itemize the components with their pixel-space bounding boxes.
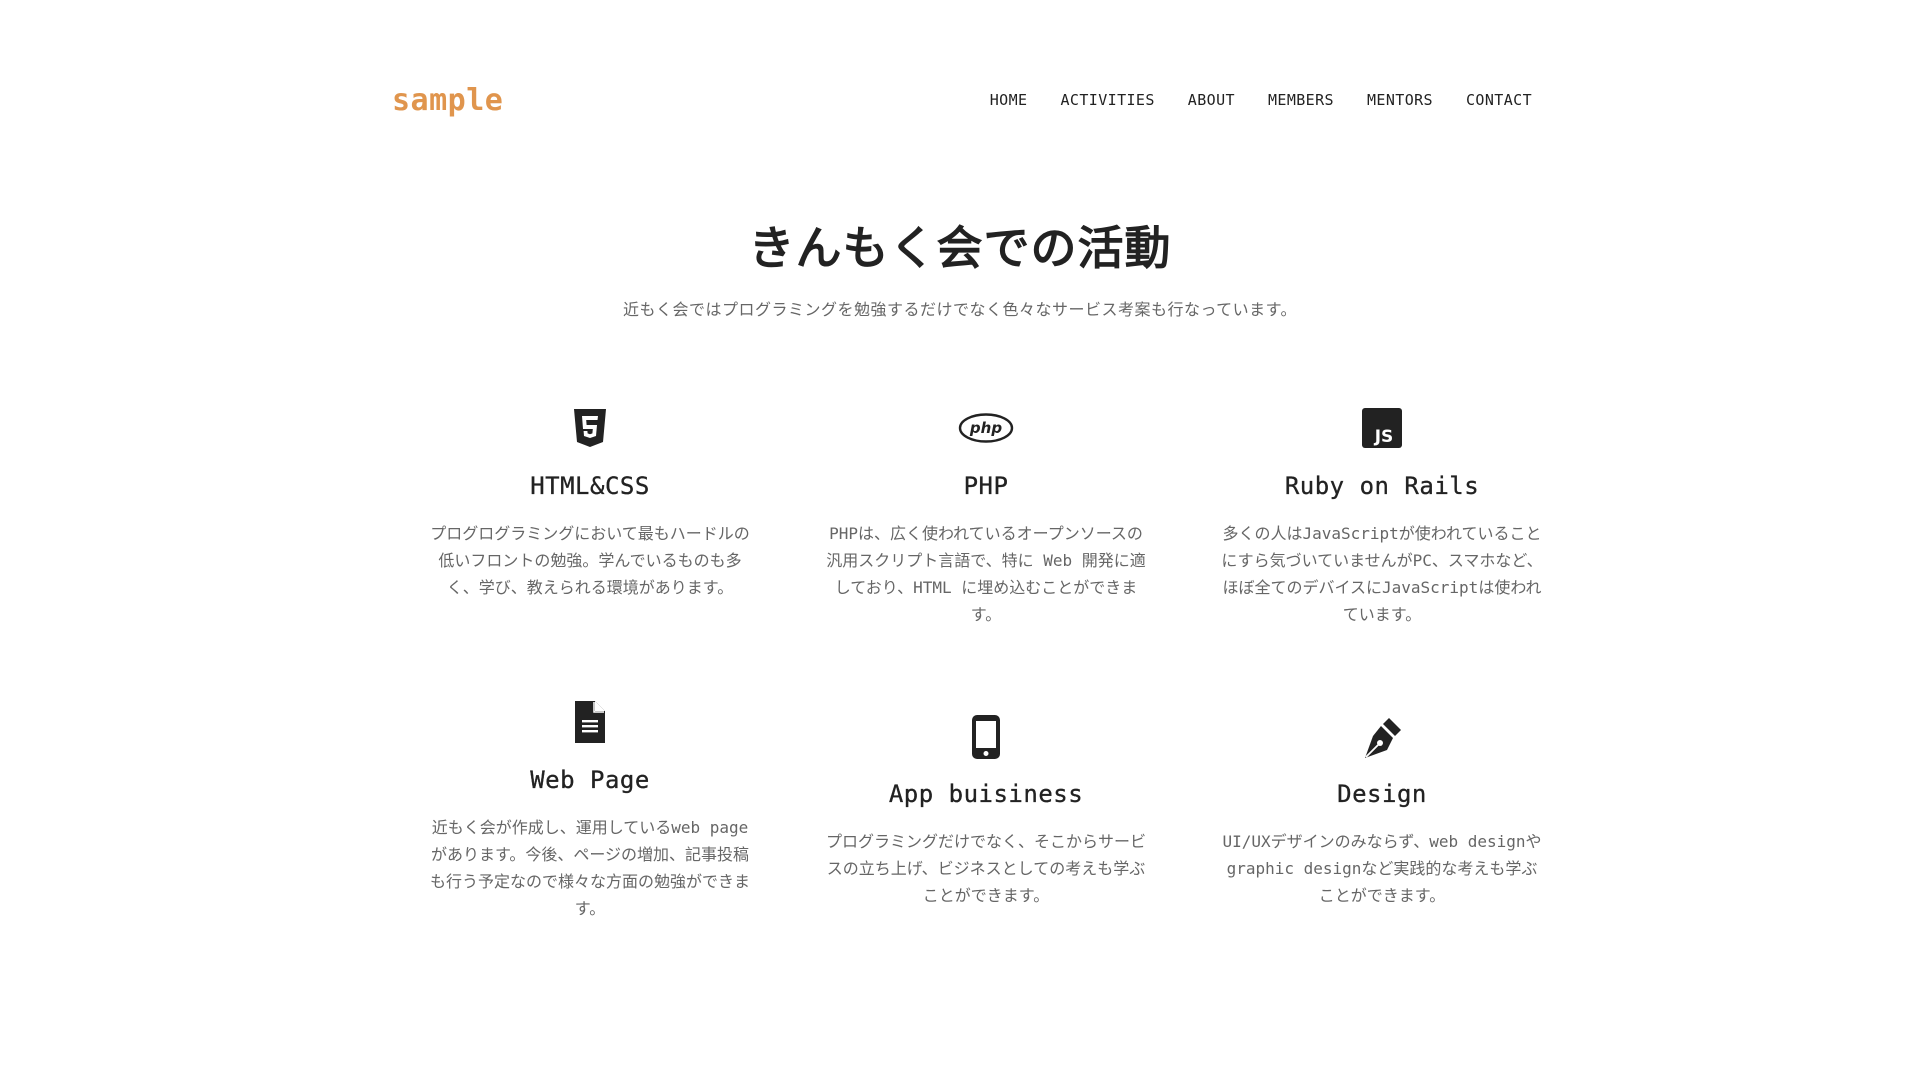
activity-title: Design	[1337, 780, 1427, 808]
nav-mentors[interactable]: MENTORS	[1367, 91, 1433, 109]
svg-text:JS: JS	[1374, 427, 1394, 447]
nav-home[interactable]: HOME	[990, 91, 1028, 109]
main-nav: HOME ACTIVITIES ABOUT MEMBERS MENTORS CO…	[990, 91, 1532, 109]
activity-title: Ruby on Rails	[1284, 472, 1480, 500]
activity-title: Web Page	[530, 766, 650, 794]
nav-contact[interactable]: CONTACT	[1466, 91, 1532, 109]
document-icon	[414, 698, 766, 746]
nav-activities[interactable]: ACTIVITIES	[1060, 91, 1154, 109]
activity-title: PHP	[963, 472, 1009, 500]
site-logo[interactable]: sample	[392, 83, 503, 118]
activity-card-app-business: App buisiness プログラミングだけでなく、そこからサービスの立ち上げ…	[788, 698, 1184, 922]
activity-card-web-page: Web Page 近もく会が作成し、運用しているweb pageがあります。今後…	[392, 698, 788, 922]
activity-card-design: Design UI/UXデザインのみならず、web designやgraphic…	[1184, 698, 1580, 922]
activity-description: プログログラミングにおいて最もハードルの低いフロントの勉強。学んでいるものも多く…	[430, 524, 750, 597]
site-header: sample HOME ACTIVITIES ABOUT MEMBERS MEN…	[392, 78, 1532, 122]
activity-description: PHPは、広く使われているオープンソースの汎用スクリプト言語で、特に Web 開…	[826, 524, 1146, 624]
nav-about[interactable]: ABOUT	[1188, 91, 1235, 109]
pen-nib-icon	[1206, 698, 1558, 760]
js-icon: JS	[1206, 404, 1558, 452]
activity-description: UI/UXデザインのみならず、web designやgraphic design…	[1222, 832, 1542, 905]
activity-title: HTML&CSS	[530, 472, 650, 500]
section-title: きんもく会での活動	[748, 221, 1172, 275]
activity-title: App buisiness	[888, 780, 1084, 808]
activities-grid: HTML&CSS プログログラミングにおいて最もハードルの低いフロントの勉強。学…	[392, 404, 1580, 922]
svg-text:php: php	[969, 419, 1002, 437]
nav-members[interactable]: MEMBERS	[1268, 91, 1334, 109]
activity-description: 多くの人はJavaScriptが使われていることにすら気づいていませんがPC、ス…	[1221, 524, 1543, 624]
section-subtitle: 近もく会ではプログラミングを勉強するだけでなく色々なサービス考案も行なっています…	[622, 300, 1298, 319]
smartphone-icon	[810, 698, 1162, 760]
activity-card-ruby-on-rails: JS Ruby on Rails 多くの人はJavaScriptが使われているこ…	[1184, 404, 1580, 628]
html5-icon	[414, 404, 766, 452]
php-icon: php	[810, 404, 1162, 452]
activity-card-php: php PHP PHPは、広く使われているオープンソースの汎用スクリプト言語で、…	[788, 404, 1184, 628]
activity-card-html-css: HTML&CSS プログログラミングにおいて最もハードルの低いフロントの勉強。学…	[392, 404, 788, 628]
activity-description: 近もく会が作成し、運用しているweb pageがあります。今後、ページの増加、記…	[429, 818, 750, 918]
activity-description: プログラミングだけでなく、そこからサービスの立ち上げ、ビジネスとしての考えも学ぶ…	[825, 832, 1146, 905]
activities-section-header: きんもく会での活動 近もく会ではプログラミングを勉強するだけでなく色々なサービス…	[0, 212, 1920, 320]
